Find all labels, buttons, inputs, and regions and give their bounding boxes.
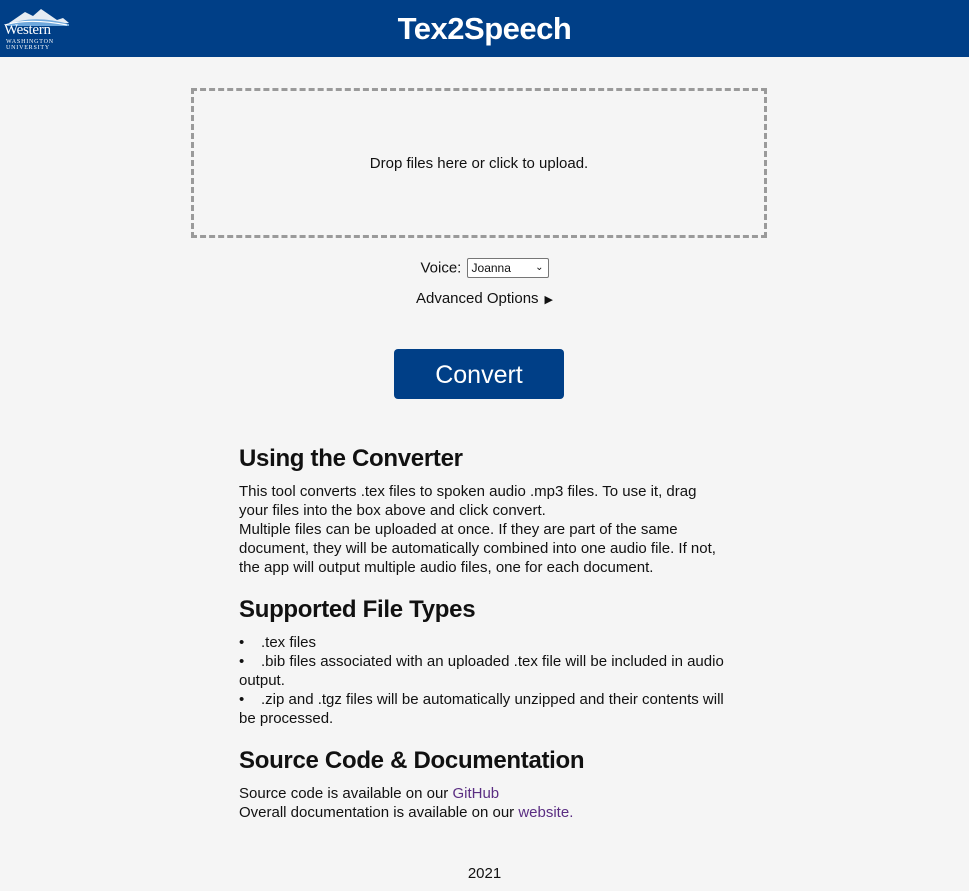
voice-select[interactable]: Joanna ⌄ <box>466 258 549 278</box>
convert-button[interactable]: Convert <box>394 349 564 399</box>
voice-label: Voice: <box>420 259 462 277</box>
source-paragraph: Source code is available on our GitHub O… <box>239 784 729 822</box>
website-link-period: . <box>569 804 574 821</box>
advanced-options-label: Advanced Options <box>415 290 539 307</box>
footer-year: 2021 <box>467 865 502 882</box>
website-link[interactable]: website <box>518 804 569 821</box>
github-link[interactable]: GitHub <box>452 785 499 802</box>
list-item: .zip and .tgz files will be automaticall… <box>239 690 729 728</box>
using-text-1: This tool converts .tex files to spoken … <box>239 483 697 519</box>
app-title: Tex2Speech <box>397 11 572 46</box>
advanced-options-toggle[interactable]: Advanced Options ▶ <box>0 290 969 307</box>
info-content: Using the Converter This tool converts .… <box>239 440 729 822</box>
list-item: .tex files <box>239 633 729 652</box>
source-code-text: Source code is available on our <box>239 785 453 802</box>
disclosure-triangle-icon: ▶ <box>544 294 554 306</box>
section-using: Using the Converter This tool converts .… <box>239 440 729 577</box>
list-item: .bib files associated with an uploaded .… <box>239 652 729 690</box>
file-dropzone[interactable]: Drop files here or click to upload. <box>191 88 767 238</box>
heading-supported-file-types: Supported File Types <box>239 596 476 623</box>
file-types-list: .tex files .bib files associated with an… <box>239 633 729 728</box>
heading-source-code: Source Code & Documentation <box>239 747 585 774</box>
header-bar: Western WASHINGTON UNIVERSITY Tex2Speech <box>0 0 969 57</box>
using-paragraph: This tool converts .tex files to spoken … <box>239 482 729 577</box>
dropzone-label: Drop files here or click to upload. <box>369 154 589 172</box>
voice-selected-value: Joanna <box>471 261 511 275</box>
section-file-types: Supported File Types .tex files .bib fil… <box>239 591 729 728</box>
documentation-text: Overall documentation is available on ou… <box>239 804 519 821</box>
using-text-2: Multiple files can be uploaded at once. … <box>239 521 716 576</box>
chevron-down-icon: ⌄ <box>535 262 544 273</box>
voice-row: Voice: Joanna ⌄ <box>0 258 969 278</box>
heading-using-converter: Using the Converter <box>239 445 463 472</box>
section-source: Source Code & Documentation Source code … <box>239 742 729 822</box>
